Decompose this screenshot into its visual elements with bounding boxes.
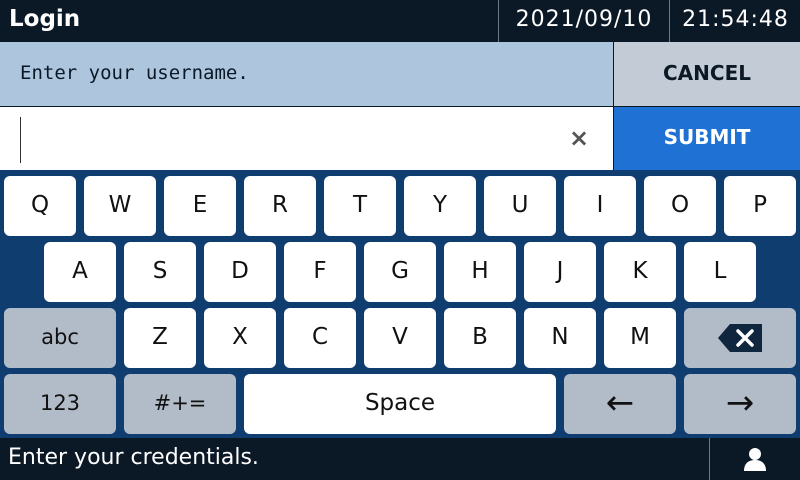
key-r[interactable]: R xyxy=(244,176,316,236)
key-l[interactable]: L xyxy=(684,242,756,302)
text-caret xyxy=(20,117,21,163)
status-bar: Enter your credentials. xyxy=(0,438,800,480)
key-h[interactable]: H xyxy=(444,242,516,302)
key-j[interactable]: J xyxy=(524,242,596,302)
right-arrow-icon[interactable]: → xyxy=(684,374,796,434)
clear-icon[interactable]: × xyxy=(564,123,594,153)
user-icon xyxy=(744,448,766,471)
key-a[interactable]: A xyxy=(44,242,116,302)
key-o[interactable]: O xyxy=(644,176,716,236)
key-n[interactable]: N xyxy=(524,308,596,368)
key-y[interactable]: Y xyxy=(404,176,476,236)
backspace-button[interactable] xyxy=(684,308,796,368)
key-p[interactable]: P xyxy=(724,176,796,236)
key-q[interactable]: Q xyxy=(4,176,76,236)
prompt-banner: Enter your username. xyxy=(0,42,613,106)
key-i[interactable]: I xyxy=(564,176,636,236)
key-c[interactable]: C xyxy=(284,308,356,368)
key-x[interactable]: X xyxy=(204,308,276,368)
key-u[interactable]: U xyxy=(484,176,556,236)
cancel-button[interactable]: CANCEL xyxy=(614,42,800,106)
backspace-icon xyxy=(718,324,762,352)
key-m[interactable]: M xyxy=(604,308,676,368)
key-b[interactable]: B xyxy=(444,308,516,368)
key-k[interactable]: K xyxy=(604,242,676,302)
key-g[interactable]: G xyxy=(364,242,436,302)
key-d[interactable]: D xyxy=(204,242,276,302)
key-abc[interactable]: abc xyxy=(4,308,116,368)
date-display: 2021/09/10 xyxy=(498,0,669,42)
key-symbols[interactable]: #+= xyxy=(124,374,236,434)
time-display: 21:54:48 xyxy=(669,0,800,42)
key-s[interactable]: S xyxy=(124,242,196,302)
left-arrow-icon[interactable]: ← xyxy=(564,374,676,434)
title-bar: Login 2021/09/10 21:54:48 xyxy=(0,0,800,42)
submit-button[interactable]: SUBMIT xyxy=(614,107,800,170)
space-key[interactable]: Space xyxy=(244,374,556,434)
key-v[interactable]: V xyxy=(364,308,436,368)
key-123[interactable]: 123 xyxy=(4,374,116,434)
key-w[interactable]: W xyxy=(84,176,156,236)
page-title: Login xyxy=(9,6,81,32)
key-t[interactable]: T xyxy=(324,176,396,236)
key-e[interactable]: E xyxy=(164,176,236,236)
user-button[interactable] xyxy=(709,438,800,480)
key-f[interactable]: F xyxy=(284,242,356,302)
prompt-text: Enter your username. xyxy=(20,62,249,84)
status-message: Enter your credentials. xyxy=(8,445,259,470)
key-z[interactable]: Z xyxy=(124,308,196,368)
username-input[interactable]: × xyxy=(0,107,613,170)
onscreen-keyboard: Q W E R T Y U I O P A S D F G H J K L ab… xyxy=(0,170,800,438)
